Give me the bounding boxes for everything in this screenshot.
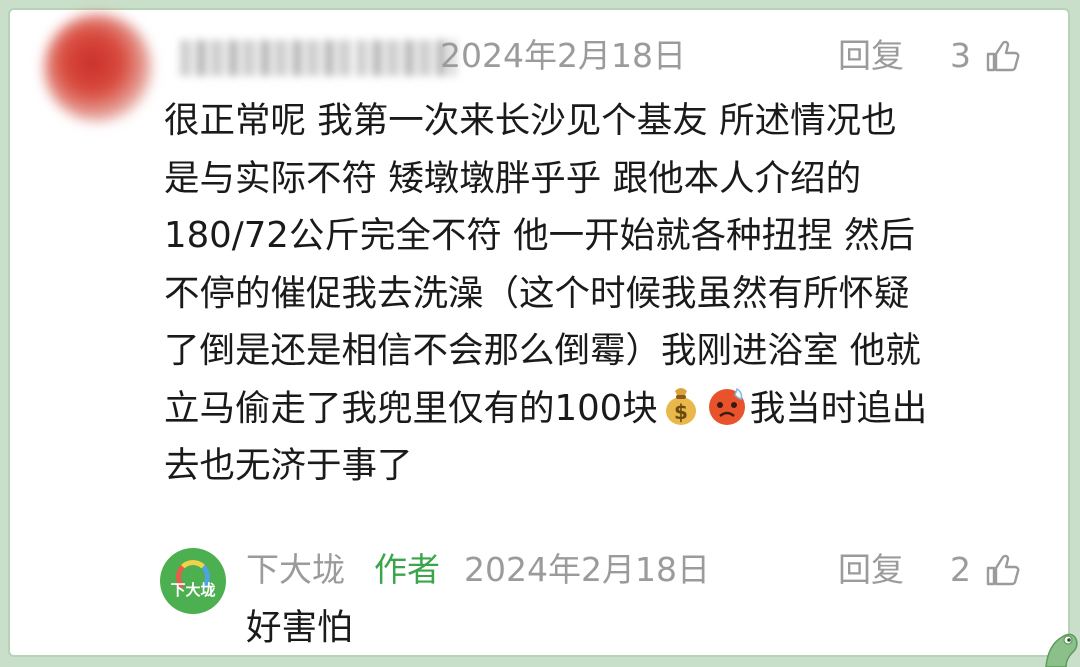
- angry-face-emoji: [708, 387, 745, 425]
- comment-line: 180/72公斤完全不符 他一开始就各种扭捏 然后: [164, 215, 915, 256]
- comment-reply-button[interactable]: 回复: [838, 36, 904, 76]
- comment-line: 很正常呢 我第一次来长沙见个基友 所述情况也: [164, 100, 897, 141]
- frog-decoration-icon: [1045, 633, 1078, 667]
- comment-line: 是与实际不符 矮墩墩胖乎乎 跟他本人介绍的: [164, 157, 862, 199]
- comment-line-segment: 立马偷走了我兜里仅有的100块: [164, 387, 658, 429]
- reply-like-count: 2: [950, 550, 971, 589]
- svg-text:$: $: [674, 400, 688, 424]
- thumbs-up-icon[interactable]: [984, 38, 1020, 74]
- commenter-name-blurred[interactable]: [180, 40, 352, 76]
- commenter-avatar-blurred[interactable]: [44, 14, 152, 122]
- comment-line: 去也无济于事了: [164, 445, 413, 486]
- comment-line-segment: 我当时追出: [749, 387, 928, 429]
- comment-body: 很正常呢 我第一次来长沙见个基友 所述情况也 是与实际不符 矮墩墩胖乎乎 跟他本…: [164, 92, 1044, 495]
- comment-line: 不停的催促我去洗澡（这个时候我虽然有所怀疑: [164, 272, 910, 314]
- reply-date: 2024年2月18日: [464, 550, 710, 589]
- reply-author-name[interactable]: 下大垅: [246, 550, 345, 590]
- author-avatar[interactable]: 下大垅: [160, 548, 226, 614]
- comment-line-with-emoji: 立马偷走了我兜里仅有的100块 $ 我当时追出: [164, 380, 1044, 438]
- comment-date: 2024年2月18日: [440, 36, 686, 75]
- reply-reply-button[interactable]: 回复: [838, 550, 904, 590]
- money-bag-emoji: $: [665, 387, 696, 425]
- author-avatar-text: 下大垅: [170, 581, 216, 599]
- thumbs-up-icon[interactable]: [984, 552, 1020, 588]
- comment-like-count: 3: [950, 36, 971, 75]
- reply-body: 好害怕: [246, 607, 353, 648]
- comment-line: 了倒是还是相信不会那么倒霉）我刚进浴室 他就: [164, 330, 921, 371]
- author-badge: 作者: [374, 550, 440, 589]
